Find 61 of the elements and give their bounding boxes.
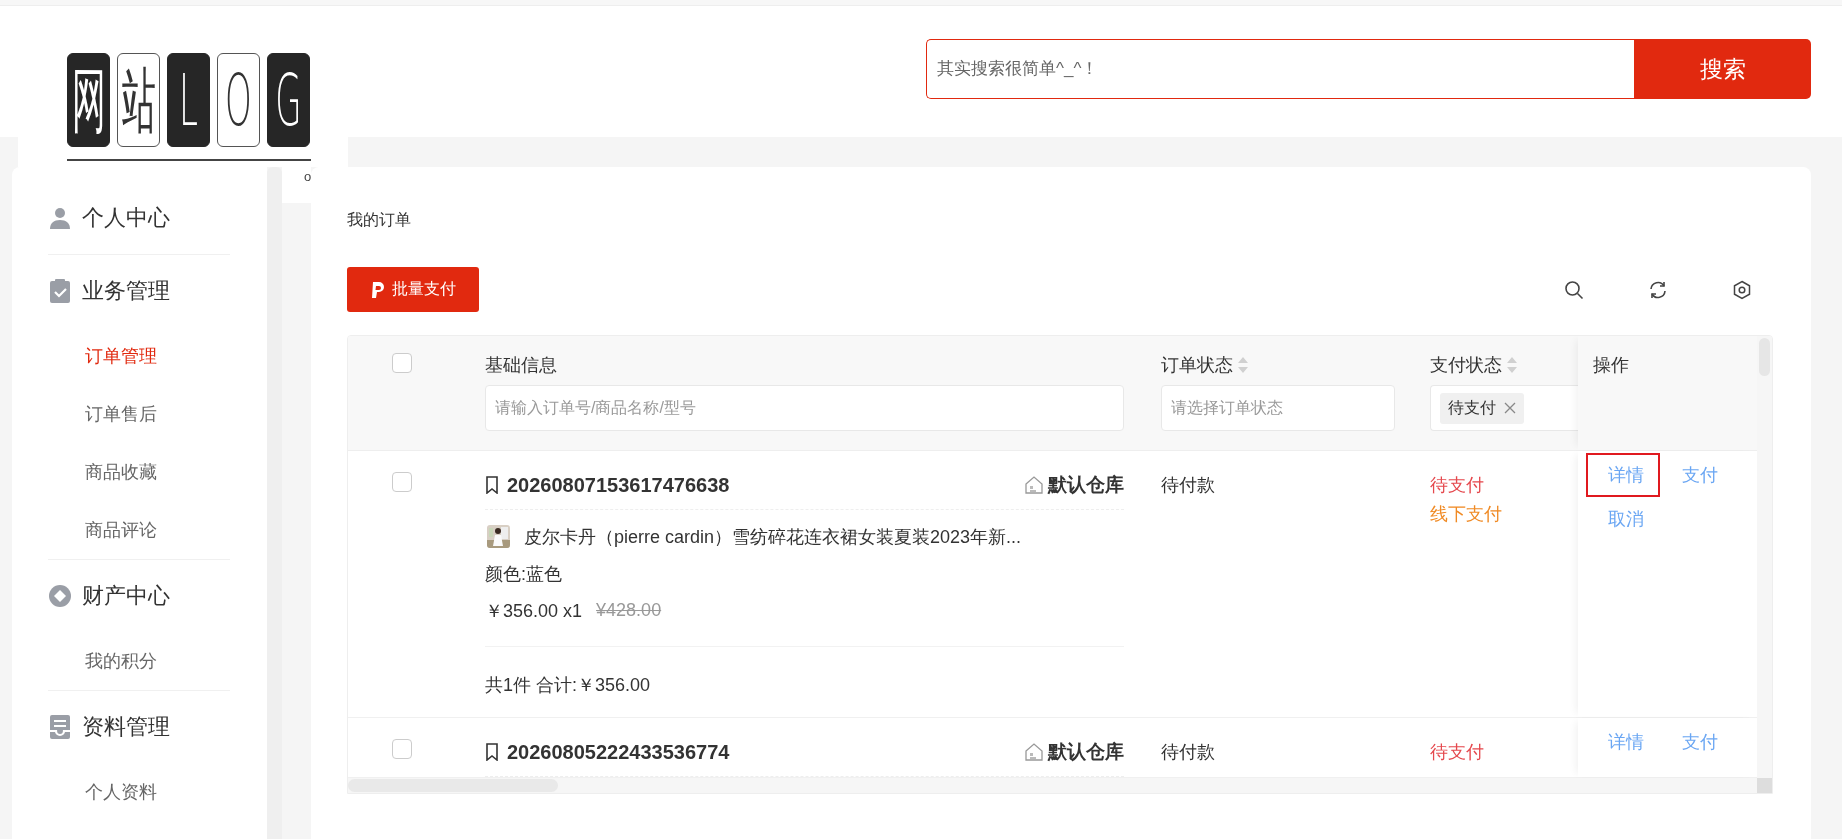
sidebar-item[interactable]: 订单售后 [12,385,267,443]
sidebar-item[interactable]: 商品评论 [12,501,267,559]
caption-text: o [304,169,312,184]
row-checkbox[interactable] [392,472,412,492]
column-header: 基础信息 [485,354,557,377]
sidebar-group-title[interactable]: 资料管理 [82,712,170,742]
order-number: 20260807153617476638 [507,473,730,497]
payment-status: 待支付 [1430,474,1484,497]
payment-p-icon [370,280,386,299]
order-status: 待付款 [1161,475,1215,495]
sidebar-group-title[interactable]: 个人中心 [82,203,170,233]
bookmark-icon [485,743,499,761]
order-status: 待付款 [1161,742,1215,762]
original-price: ¥428.00 [596,600,662,621]
logo-tile: 网 [67,53,110,147]
order-number: 20260805222433536774 [507,740,730,764]
search-button[interactable]: 搜索 [1634,39,1811,99]
column-header: 操作 [1593,354,1629,377]
filter-field[interactable]: 请选择订单状态 [1161,385,1395,431]
product-name[interactable]: 皮尔卡丹（pierre cardin）雪纺碎花连衣裙女装夏装2023年新... [524,524,1022,549]
column-header: 支付状态 [1430,354,1502,377]
warehouse-icon [1024,742,1044,762]
bookmark-icon [485,476,499,494]
sort-icon[interactable] [1506,356,1518,374]
sidebar-item[interactable]: 个人资料 [12,763,267,821]
row-checkbox[interactable] [392,739,412,759]
batch-pay-button[interactable]: 批量支付 [347,267,479,312]
clipboard-check-icon [48,278,72,304]
settings-icon[interactable] [1732,279,1752,300]
order-summary: 共1件 合计:￥356.00 [485,674,652,697]
product-spec: 颜色:蓝色 [485,562,563,586]
diamond-circle-icon [48,584,72,608]
sidebar-group-title[interactable]: 业务管理 [82,276,170,306]
sidebar-item[interactable]: 商品收藏 [12,443,267,501]
logo-tile: 站 [117,53,160,147]
logo-tile: G [267,53,310,147]
warehouse-name: 默认仓库 [1048,740,1124,764]
sidebar-item[interactable]: 订单管理 [12,327,267,385]
payment-status: 待支付 [1430,741,1484,764]
warehouse-name: 默认仓库 [1048,473,1124,497]
product-price: ￥356.00 x1 [485,599,583,623]
sidebar-item[interactable]: 我的积分 [12,632,267,690]
document-tray-icon [48,714,72,740]
filter-select[interactable]: 待支付 [1430,385,1578,431]
sidebar-group-title[interactable]: 财产中心 [82,581,170,611]
scrollbar-corner [1757,778,1772,793]
logo-tile: O [217,53,260,147]
filter-field[interactable]: 请输入订单号/商品名称/型号 [485,385,1124,431]
warehouse-icon [1024,475,1044,495]
column-header: 订单状态 [1161,354,1233,377]
person-icon [48,206,72,230]
tag-label: 待支付 [1448,397,1496,418]
sort-icon[interactable] [1237,356,1249,374]
close-icon[interactable] [1504,402,1516,414]
select-all-checkbox[interactable] [392,353,412,373]
page-title: 我的订单 [347,210,412,230]
search-icon[interactable] [1564,279,1584,300]
search-field[interactable]: 其实搜索很简单^_^！ [926,39,1634,99]
logo-tile: L [167,53,210,147]
payment-method: 线下支付 [1430,503,1502,526]
refresh-icon[interactable] [1648,279,1668,300]
